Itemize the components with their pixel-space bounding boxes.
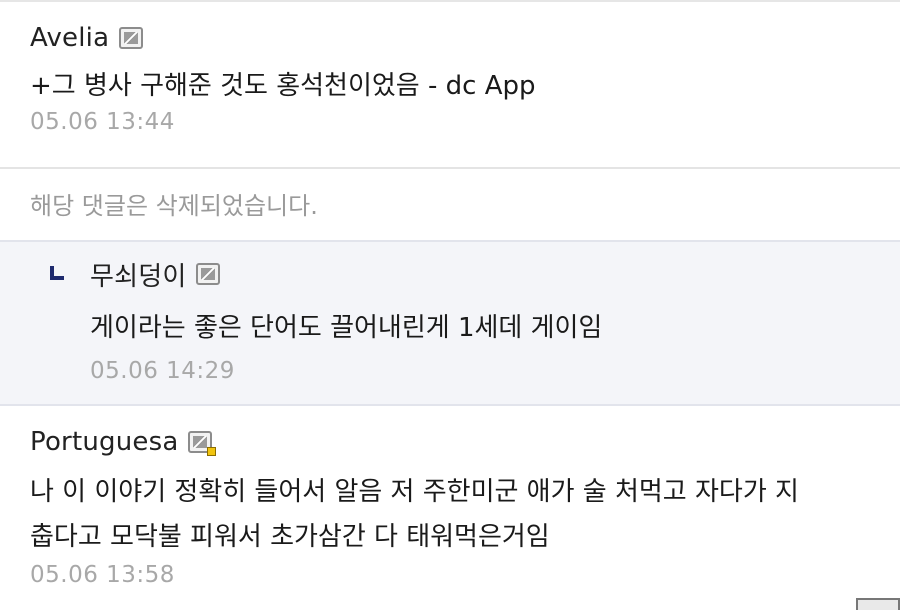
sub-badge-icon xyxy=(207,447,217,456)
reply-nick[interactable]: 무쇠덩이 xyxy=(90,256,186,293)
comment-date: 05.06 13:58 xyxy=(30,562,175,588)
reply-header: 무쇠덩이 xyxy=(90,254,221,294)
comment-divider xyxy=(0,167,900,169)
fixed-nick-icon xyxy=(119,27,144,49)
reply-arrow-icon xyxy=(50,266,64,280)
comment-header: Avelia xyxy=(0,18,900,58)
reply-text: 게이라는 좋은 단어도 끌어내린게 1세데 게이임 xyxy=(90,313,603,343)
scroll-handle[interactable] xyxy=(856,598,900,610)
comment-nick[interactable]: Portuguesa xyxy=(30,427,178,457)
comment-date: 05.06 13:44 xyxy=(30,109,175,135)
sub-manager-nick-icon xyxy=(188,431,217,456)
comment-header: Portuguesa xyxy=(0,422,900,462)
fixed-nick-icon xyxy=(196,263,221,285)
comment-item: Avelia +그 병사 구해준 것도 홍석천이었음 - dc App 05.0… xyxy=(0,18,900,135)
deleted-comment-notice: 해당 댓글은 삭제되었습니다. xyxy=(30,192,318,220)
reply-comment: 무쇠덩이 게이라는 좋은 단어도 끌어내린게 1세데 게이임 05.06 14:… xyxy=(0,240,900,406)
comment-nick[interactable]: Avelia xyxy=(30,23,109,53)
comment-text: +그 병사 구해준 것도 홍석천이었음 - dc App xyxy=(30,71,536,101)
comment-text-line: 춥다고 모닥불 피워서 초가삼간 다 태워먹은거임 xyxy=(30,522,550,552)
top-divider xyxy=(0,0,900,2)
reply-date: 05.06 14:29 xyxy=(90,358,235,384)
comment-item: Portuguesa 나 이 이야기 정확히 들어서 알음 저 주한미군 애가 … xyxy=(0,422,900,588)
comment-text-line: 나 이 이야기 정확히 들어서 알음 저 주한미군 애가 술 처먹고 자다가 지 xyxy=(30,477,799,507)
